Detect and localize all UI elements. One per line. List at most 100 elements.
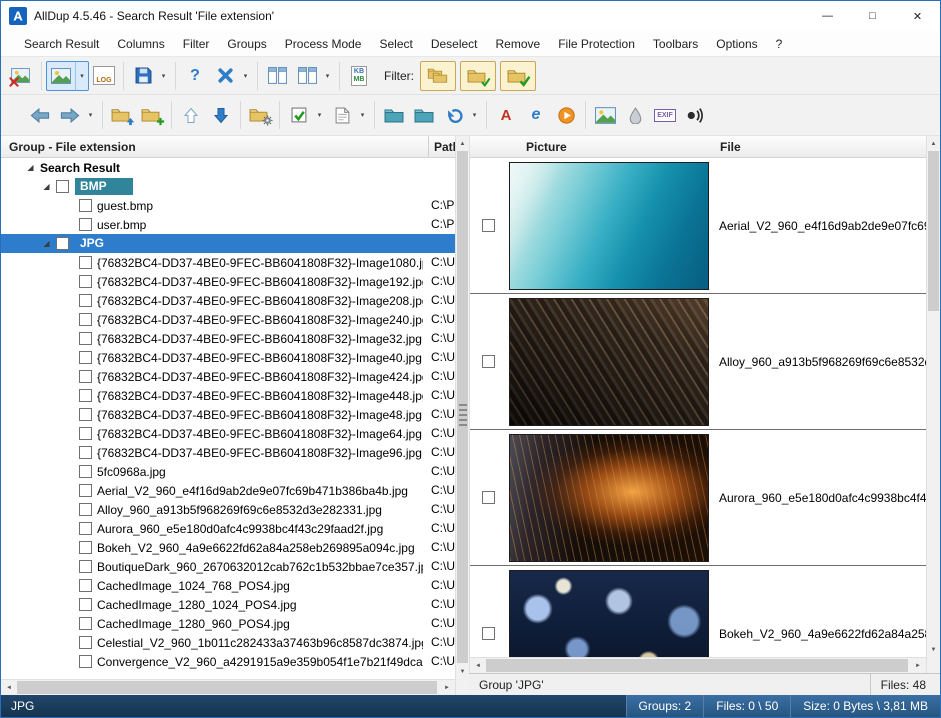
menu-item-columns[interactable]: Columns: [108, 33, 173, 55]
tree-file-row[interactable]: Aerial_V2_960_e4f16d9ab2de9e07fc69b471b3…: [1, 481, 455, 500]
file-checkbox[interactable]: [79, 256, 92, 269]
thumbnail-bokeh[interactable]: [509, 570, 709, 658]
file-checkbox[interactable]: [79, 218, 92, 231]
tree-hscroll-thumb[interactable]: [17, 681, 437, 694]
menu-item-remove[interactable]: Remove: [487, 33, 550, 55]
selection-options-dropdown[interactable]: ▾: [313, 101, 326, 129]
tree-file-row[interactable]: CachedImage_1280_960_POS4.jpgC:\U: [1, 614, 455, 633]
file-checkbox[interactable]: [79, 313, 92, 326]
tree-file-row[interactable]: Bokeh_V2_960_4a9e6622fd62a84a258eb269895…: [1, 538, 455, 557]
preview-column-header[interactable]: Picture File: [470, 136, 926, 158]
copy-to-folder-button[interactable]: [379, 100, 409, 130]
selection-options-button[interactable]: ▾: [284, 100, 327, 130]
thumbnail-aerial[interactable]: [509, 162, 709, 290]
file-checkbox[interactable]: [79, 465, 92, 478]
scroll-left-icon[interactable]: ◄: [1, 680, 17, 695]
export-up-button[interactable]: [176, 100, 206, 130]
preview-checkbox[interactable]: [482, 355, 495, 368]
filter-selected-files-button[interactable]: [500, 61, 536, 91]
close-search-dropdown[interactable]: ▾: [239, 62, 252, 90]
tree-file-row[interactable]: BoutiqueDark_960_2670632012cab762c1b532b…: [1, 557, 455, 576]
preview-hscroll-thumb[interactable]: [486, 659, 908, 672]
column-header-picture[interactable]: Picture: [506, 140, 712, 154]
expander-icon[interactable]: ◢: [41, 182, 52, 191]
graphics-tool-button[interactable]: [620, 100, 650, 130]
tree-file-row[interactable]: Celestial_V2_960_1b011c282433a37463b96c8…: [1, 633, 455, 652]
menu-item-deselect[interactable]: Deselect: [422, 33, 487, 55]
tree-vscroll-thumb[interactable]: [457, 151, 468, 663]
file-checkbox[interactable]: [79, 389, 92, 402]
file-checkbox[interactable]: [79, 446, 92, 459]
file-checkbox[interactable]: [79, 617, 92, 630]
previous-group-button[interactable]: [25, 100, 55, 130]
exif-info-button[interactable]: EXIF: [650, 100, 680, 130]
file-options-dropdown[interactable]: ▾: [356, 101, 369, 129]
picture-viewer-button[interactable]: [590, 100, 620, 130]
menu-item-toolbars[interactable]: Toolbars: [644, 33, 707, 55]
help-button[interactable]: ?: [180, 61, 210, 91]
tree-file-row[interactable]: Convergence_V2_960_a4291915a9e359b054f1e…: [1, 652, 455, 671]
scroll-down-icon[interactable]: ▼: [456, 664, 469, 679]
clear-search-result-button[interactable]: [7, 61, 37, 91]
group-checkbox[interactable]: [56, 180, 69, 193]
preview-mode-dropdown[interactable]: ▾: [75, 62, 88, 90]
folder-options-button[interactable]: [245, 100, 275, 130]
menu-item-select[interactable]: Select: [370, 33, 421, 55]
preview-row[interactable]: Alloy_960_a913b5f968269f69c6e8532d3e: [470, 294, 926, 430]
menu-item-search-result[interactable]: Search Result: [15, 33, 108, 55]
tree-file-row[interactable]: {76832BC4-DD37-4BE0-9FEC-BB6041808F32}-I…: [1, 443, 455, 462]
menu-item-groups[interactable]: Groups: [218, 33, 275, 55]
file-checkbox[interactable]: [79, 636, 92, 649]
columns-layout-button[interactable]: [262, 61, 292, 91]
tree-root-row[interactable]: ◢Search Result: [1, 158, 455, 177]
scroll-right-icon[interactable]: ►: [439, 680, 455, 695]
menu-item-file-protection[interactable]: File Protection: [549, 33, 644, 55]
scroll-down-icon[interactable]: ▼: [927, 642, 940, 657]
save-dropdown[interactable]: ▾: [157, 62, 170, 90]
expander-icon[interactable]: ◢: [25, 163, 36, 172]
file-checkbox[interactable]: [79, 294, 92, 307]
move-to-folder-button[interactable]: [409, 100, 439, 130]
close-search-result-button[interactable]: ▾: [210, 61, 253, 91]
tree-vertical-scrollbar[interactable]: ▲ ▼: [455, 136, 469, 695]
file-checkbox[interactable]: [79, 598, 92, 611]
tree-column-header[interactable]: Group - File extension Path: [1, 136, 455, 158]
preview-row[interactable]: Aerial_V2_960_e4f16d9ab2de9e07fc69b4: [470, 158, 926, 294]
tree-file-row[interactable]: {76832BC4-DD37-4BE0-9FEC-BB6041808F32}-I…: [1, 310, 455, 329]
size-unit-button[interactable]: KB MB: [344, 61, 374, 91]
preview-checkbox[interactable]: [482, 219, 495, 232]
create-folder-button[interactable]: [137, 100, 167, 130]
menu-item-help[interactable]: ?: [767, 33, 792, 55]
file-checkbox[interactable]: [79, 484, 92, 497]
tree-file-row[interactable]: {76832BC4-DD37-4BE0-9FEC-BB6041808F32}-I…: [1, 291, 455, 310]
tree-file-row[interactable]: {76832BC4-DD37-4BE0-9FEC-BB6041808F32}-I…: [1, 329, 455, 348]
minimize-button[interactable]: —: [805, 1, 850, 31]
next-group-dropdown[interactable]: ▾: [84, 101, 97, 129]
tree-file-row[interactable]: {76832BC4-DD37-4BE0-9FEC-BB6041808F32}-I…: [1, 272, 455, 291]
file-checkbox[interactable]: [79, 522, 92, 535]
tree-file-row[interactable]: 5fc0968a.jpgC:\U: [1, 462, 455, 481]
expander-icon[interactable]: ◢: [41, 239, 52, 248]
tree-group-row-bmp[interactable]: ◢BMP: [1, 177, 455, 196]
column-header-path[interactable]: Path: [428, 136, 455, 157]
tree-file-row[interactable]: {76832BC4-DD37-4BE0-9FEC-BB6041808F32}-I…: [1, 253, 455, 272]
file-checkbox[interactable]: [79, 370, 92, 383]
preview-row[interactable]: Aurora_960_e5e180d0afc4c9938bc4f43c: [470, 430, 926, 566]
file-checkbox[interactable]: [79, 541, 92, 554]
thumbnail-aurora[interactable]: [509, 434, 709, 562]
scroll-left-icon[interactable]: ◄: [470, 658, 486, 673]
font-settings-button[interactable]: A: [491, 100, 521, 130]
file-checkbox[interactable]: [79, 427, 92, 440]
tree-file-row[interactable]: {76832BC4-DD37-4BE0-9FEC-BB6041808F32}-I…: [1, 386, 455, 405]
menu-item-filter[interactable]: Filter: [174, 33, 219, 55]
panel-splitter-grip[interactable]: [459, 404, 467, 406]
tree-group-row-jpg[interactable]: ◢JPG: [1, 234, 455, 253]
file-checkbox[interactable]: [79, 579, 92, 592]
internet-explorer-button[interactable]: e: [521, 100, 551, 130]
file-checkbox[interactable]: [79, 275, 92, 288]
close-button[interactable]: ✕: [895, 1, 940, 31]
file-options-button[interactable]: ▾: [327, 100, 370, 130]
parent-folder-button[interactable]: [107, 100, 137, 130]
tree-file-row[interactable]: guest.bmpC:\P: [1, 196, 455, 215]
preview-vertical-scrollbar[interactable]: ▲ ▼: [926, 136, 940, 673]
